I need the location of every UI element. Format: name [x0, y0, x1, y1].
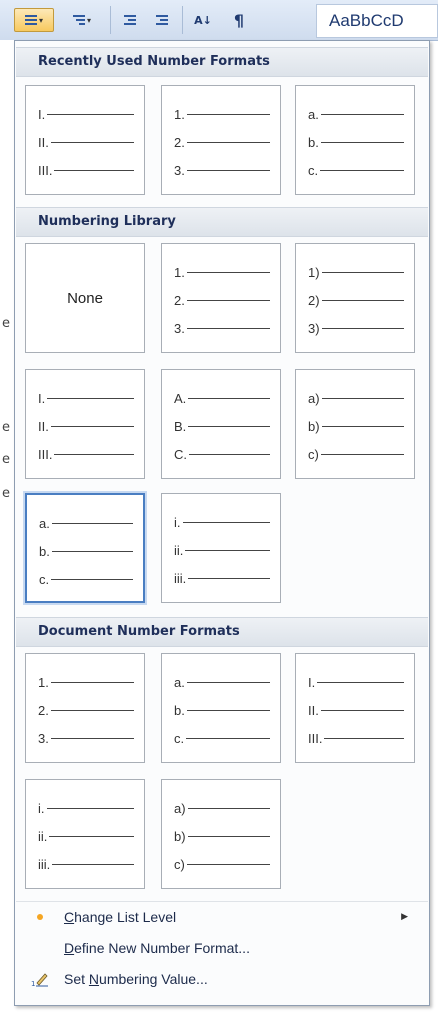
numbering-list-icon [24, 13, 37, 27]
increase-indent-icon [156, 13, 168, 27]
tile-label: a) [174, 800, 186, 816]
sort-button[interactable]: A↓ [188, 8, 218, 32]
menu-item-label: Define New Number Format... [64, 940, 250, 956]
tile-label: a. [174, 674, 185, 690]
numbering-button[interactable]: ▾ [14, 8, 54, 32]
document-background: e e e e [0, 40, 14, 1014]
tile-label: c. [39, 571, 50, 587]
tile-label: III. [38, 162, 53, 178]
number-format-tile[interactable]: A. B. C. [161, 369, 281, 479]
tile-label: b. [174, 702, 185, 718]
chevron-down-icon: ▾ [38, 15, 43, 25]
tile-label: b) [308, 418, 320, 434]
none-label: None [67, 290, 103, 307]
number-format-tile[interactable]: a. b. c. [295, 85, 415, 195]
tile-label: 1. [174, 106, 185, 122]
tile-label: III. [38, 446, 53, 462]
style-preview: AaBbCcD [329, 11, 404, 30]
number-format-tile[interactable]: a) b) c) [295, 369, 415, 479]
tile-label: i. [174, 514, 181, 530]
tile-label: b. [39, 543, 50, 559]
bullet-dot-icon [16, 913, 64, 921]
increase-indent-button[interactable] [148, 8, 176, 32]
styles-gallery[interactable]: AaBbCcD [316, 4, 438, 38]
section-header-recent: Recently Used Number Formats [16, 47, 428, 77]
section-header-library: Numbering Library [16, 207, 428, 237]
tile-label: a. [308, 106, 319, 122]
tile-label: I. [308, 674, 316, 690]
tile-label: C. [174, 446, 187, 462]
tile-label: b. [308, 134, 319, 150]
tile-label: 2) [308, 292, 320, 308]
change-list-level-item[interactable]: Change List Level ▶ [16, 903, 428, 931]
number-format-tile[interactable]: 1. 2. 3. [25, 653, 145, 763]
tile-label: c. [308, 162, 319, 178]
tile-label: 2. [174, 292, 185, 308]
decrease-indent-icon [124, 13, 136, 27]
tile-label: I. [38, 390, 46, 406]
tile-label: 2. [174, 134, 185, 150]
number-format-tile[interactable]: I. II. III. [295, 653, 415, 763]
document-text-fragment: e [2, 486, 10, 501]
tile-label: II. [38, 418, 49, 434]
number-format-tile[interactable]: 1. 2. 3. [161, 243, 281, 353]
number-format-tile[interactable]: I. II. III. [25, 85, 145, 195]
tile-label: 3. [38, 730, 49, 746]
number-format-tile[interactable]: i. ii. iii. [161, 493, 281, 603]
multilevel-list-button[interactable]: ▾ [60, 8, 104, 32]
submenu-arrow-icon: ▶ [401, 912, 408, 922]
tile-label: c) [308, 446, 319, 462]
tile-label: iii. [174, 570, 187, 586]
tile-label: 1. [174, 264, 185, 280]
multilevel-list-icon [72, 13, 85, 27]
tile-label: a. [39, 515, 50, 531]
set-numbering-value-item[interactable]: 1 Set Numbering Value... [16, 965, 428, 993]
number-format-tile[interactable]: i. ii. iii. [25, 779, 145, 889]
tile-label: 3. [174, 162, 185, 178]
tile-label: b) [174, 828, 186, 844]
tile-label: 1. [38, 674, 49, 690]
number-format-tile-selected[interactable]: a. b. c. [25, 493, 145, 603]
chevron-down-icon: ▾ [86, 15, 91, 25]
tile-label: 1) [308, 264, 320, 280]
sort-az-icon: A↓ [194, 13, 212, 27]
svg-text:1: 1 [31, 980, 35, 988]
document-text-fragment: e [2, 316, 10, 331]
document-text-fragment: e [2, 420, 10, 435]
decrease-indent-button[interactable] [116, 8, 144, 32]
tile-label: A. [174, 390, 187, 406]
menu-item-label: Set Numbering Value... [64, 971, 208, 987]
tile-label: II. [38, 134, 49, 150]
menu-item-label: Change List Level [64, 909, 177, 925]
tile-label: III. [308, 730, 323, 746]
numbering-value-pencil-icon: 1 [16, 970, 64, 988]
numbering-dropdown: Recently Used Number Formats I. II. III.… [14, 40, 430, 1006]
tile-label: i. [38, 800, 45, 816]
tile-label: ii. [38, 828, 48, 844]
document-text-fragment: e [2, 452, 10, 467]
tile-label: 2. [38, 702, 49, 718]
ribbon-toolbar: ▾ ▾ A↓ ¶ AaBbCcD [0, 0, 438, 41]
number-format-tile[interactable]: 1) 2) 3) [295, 243, 415, 353]
define-new-number-format-item[interactable]: Define New Number Format... [16, 934, 428, 962]
tile-label: iii. [38, 856, 51, 872]
tile-label: I. [38, 106, 46, 122]
tile-label: 3) [308, 320, 320, 336]
number-format-tile[interactable]: 1. 2. 3. [161, 85, 281, 195]
pilcrow-icon: ¶ [233, 10, 245, 30]
tile-label: c) [174, 856, 185, 872]
tile-label: a) [308, 390, 320, 406]
number-format-tile[interactable]: a. b. c. [161, 653, 281, 763]
tile-label: ii. [174, 542, 184, 558]
menu-separator [16, 901, 428, 902]
tile-label: B. [174, 418, 187, 434]
tile-label: II. [308, 702, 319, 718]
number-format-tile-none[interactable]: None [25, 243, 145, 353]
tile-label: 3. [174, 320, 185, 336]
number-format-tile[interactable]: a) b) c) [161, 779, 281, 889]
show-formatting-button[interactable]: ¶ [224, 8, 254, 32]
section-header-document: Document Number Formats [16, 617, 428, 647]
number-format-tile[interactable]: I. II. III. [25, 369, 145, 479]
tile-label: c. [174, 730, 185, 746]
